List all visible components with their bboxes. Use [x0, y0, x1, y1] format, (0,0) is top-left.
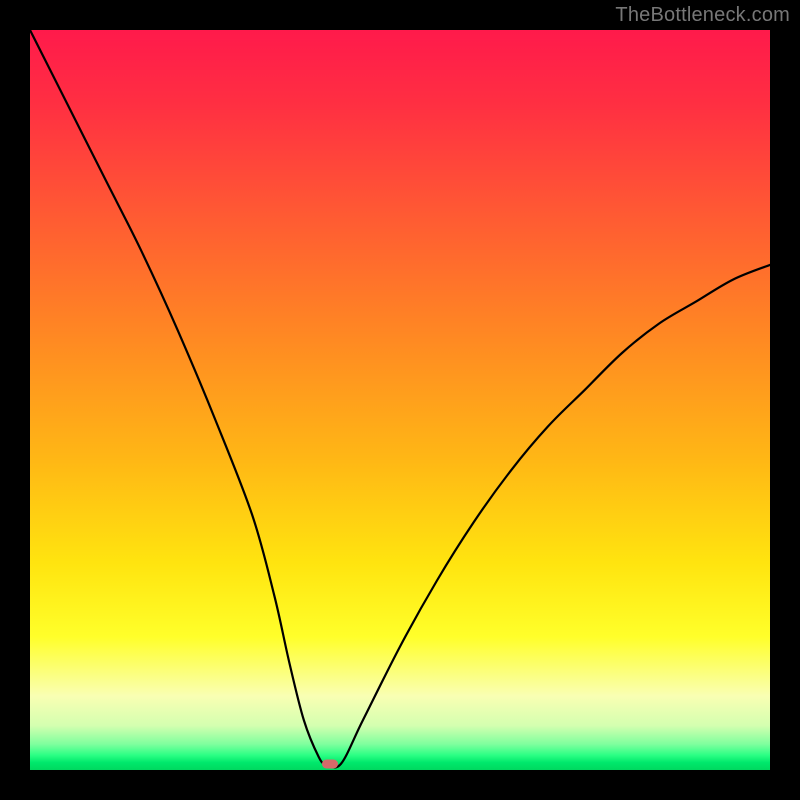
optimal-point-marker — [322, 760, 338, 769]
bottleneck-curve — [30, 30, 770, 770]
plot-area — [30, 30, 770, 770]
chart-frame: TheBottleneck.com — [0, 0, 800, 800]
watermark-text: TheBottleneck.com — [615, 4, 790, 27]
